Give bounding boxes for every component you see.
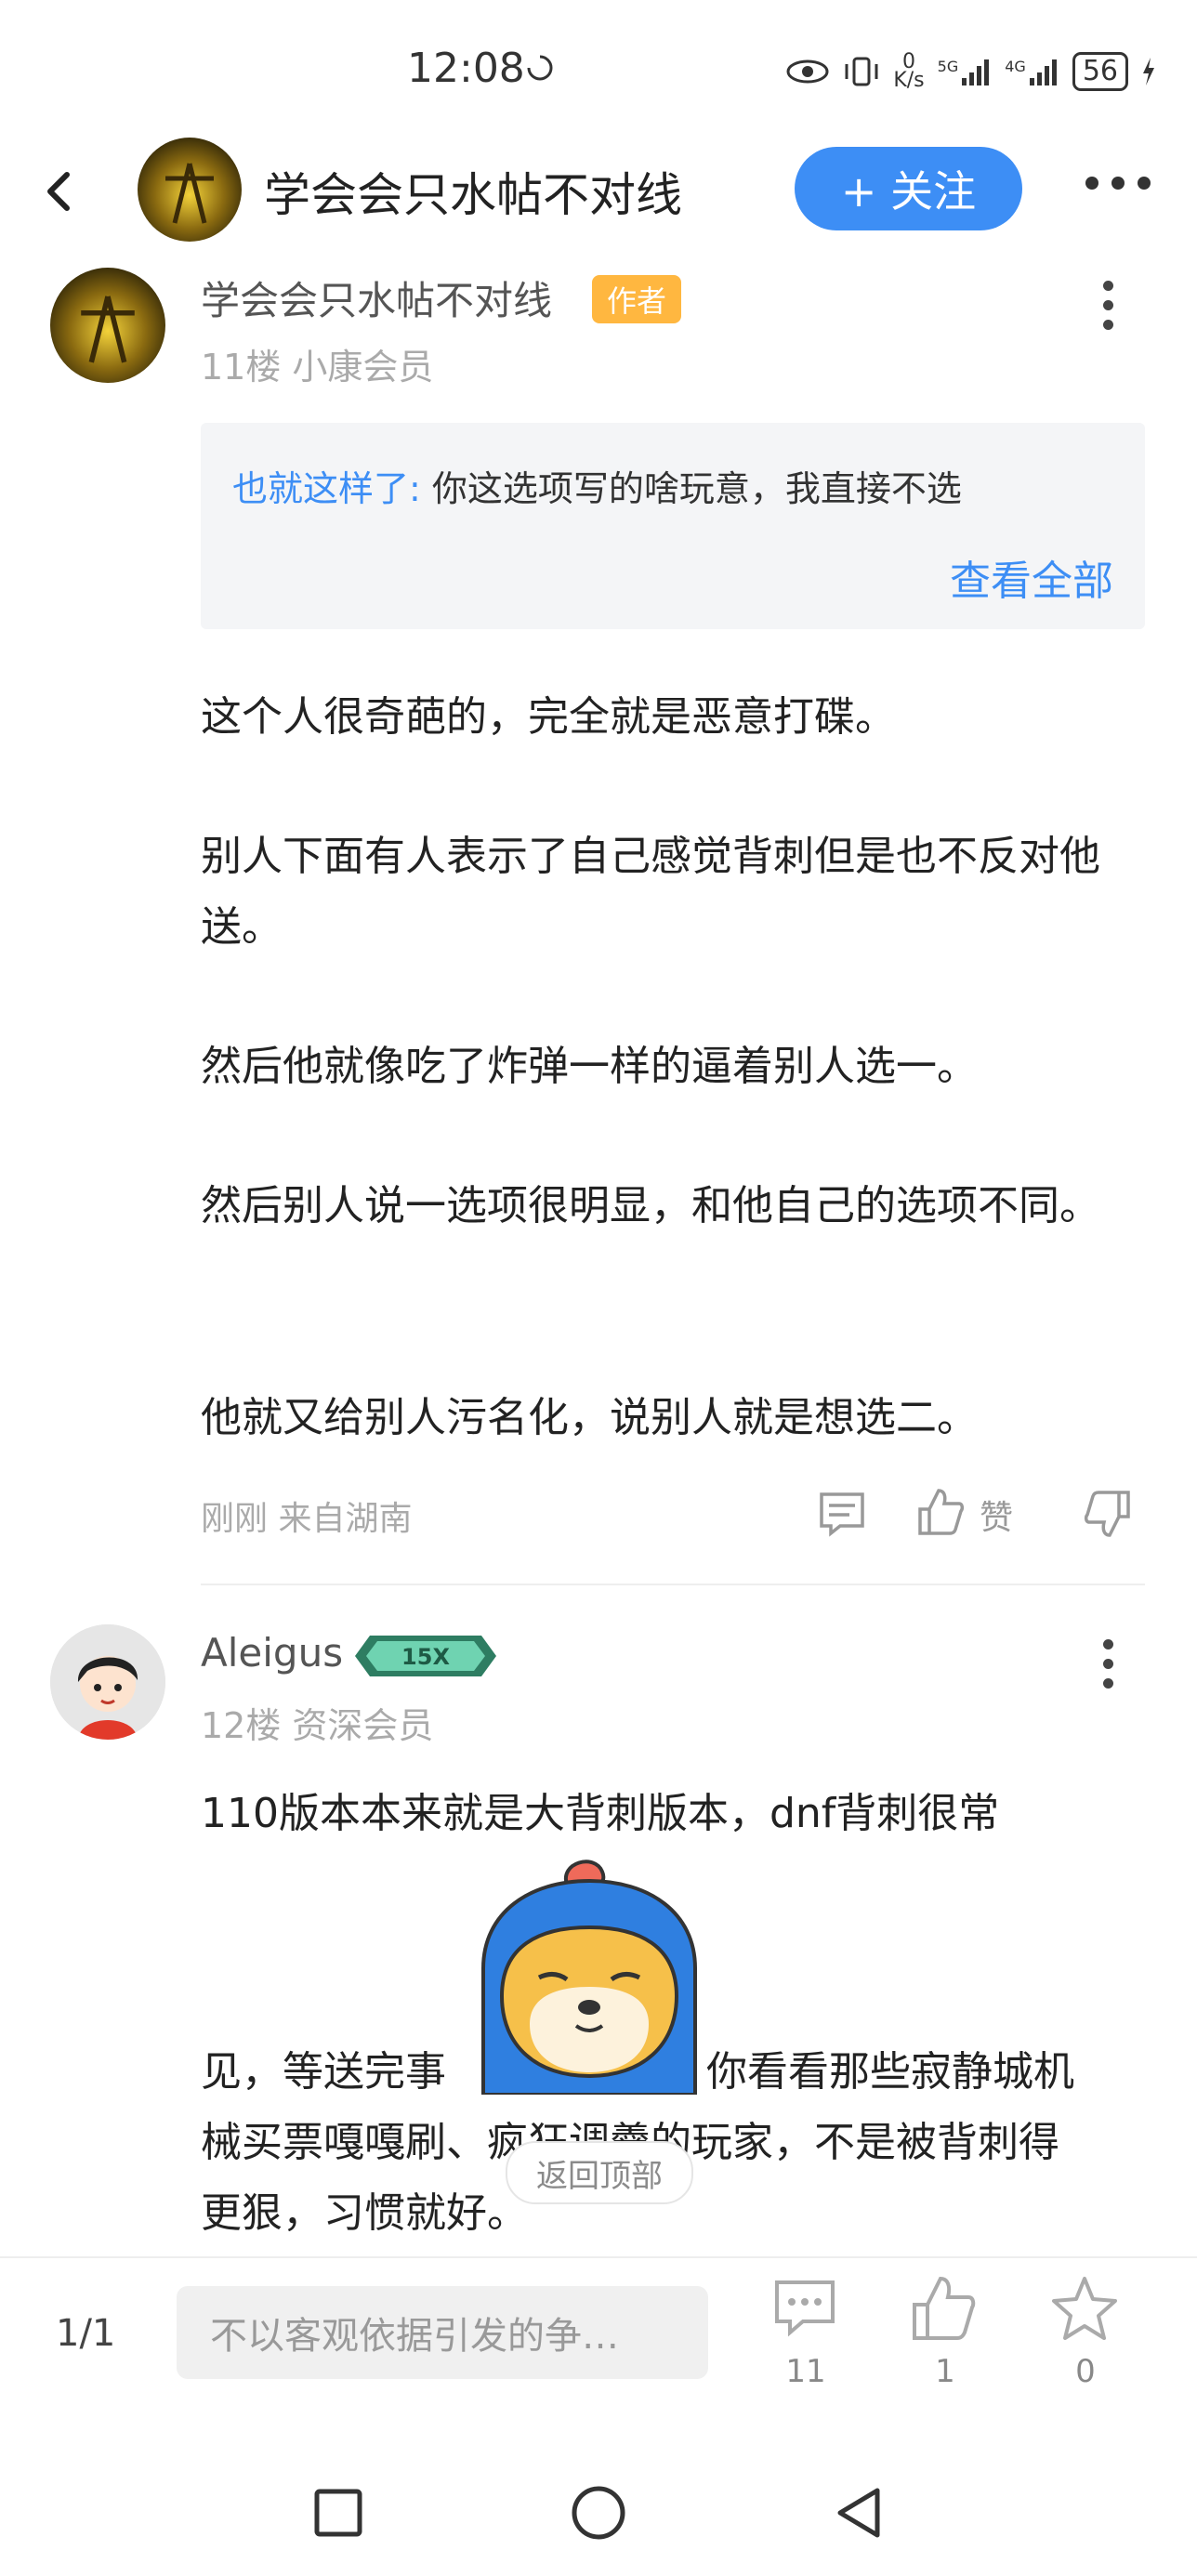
author-name[interactable]: 学会会只水帖不对线	[201, 269, 552, 326]
back-to-top-button[interactable]: 返回顶部	[506, 2141, 693, 2204]
eye-icon	[786, 59, 829, 84]
back-nav-icon[interactable]	[833, 2485, 885, 2541]
dislike-icon[interactable]	[1084, 1489, 1132, 1539]
divider	[201, 1584, 1145, 1585]
author-badge: 作者	[592, 275, 681, 323]
charging-icon	[1143, 58, 1154, 85]
like-icon[interactable]	[916, 1487, 965, 1537]
net-speed: 0 K/s	[893, 52, 925, 92]
vibrate-icon	[845, 57, 878, 86]
signal-4g: 4G	[1005, 58, 1059, 85]
post-paragraph: 然后别人说一选项很明显，和他自己的选项不同。	[201, 1182, 1100, 1229]
back-arrow-icon[interactable]	[35, 164, 82, 219]
post-menu-icon[interactable]	[1103, 1639, 1113, 1689]
author-avatar[interactable]	[50, 1624, 165, 1740]
quote-user[interactable]: 也就这样了:	[232, 468, 421, 509]
signal-5g-label: 5G	[937, 58, 959, 75]
net-speed-unit: K/s	[893, 69, 925, 92]
star-icon[interactable]	[1050, 2275, 1119, 2342]
level-badge-text: 15X	[401, 1644, 450, 1670]
author-name[interactable]: Aleigus	[201, 1630, 343, 1676]
post-line: 你看看那些寂静城机	[706, 2048, 1074, 2096]
post-time-location: 刚刚 来自湖南	[201, 1500, 413, 1538]
floor-info: 12楼 资深会员	[201, 1705, 434, 1746]
comments-count: 11	[785, 2353, 826, 2390]
comments-icon[interactable]	[771, 2277, 838, 2340]
signal-4g-label: 4G	[1005, 58, 1026, 75]
post-paragraph: 别人下面有人表示了自己感觉背刺但是也不反对他送。	[201, 833, 1100, 951]
quoted-reply[interactable]: 也就这样了: 你这选项写的啥玩意，我直接不选 查看全部	[201, 423, 1145, 629]
post-paragraph: 这个人很奇葩的，完全就是恶意打碟。	[201, 693, 896, 741]
post-line: 见，等送完事	[201, 2048, 446, 2096]
recent-apps-icon[interactable]	[312, 2487, 364, 2539]
status-icons: 0 K/s 5G 4G 56	[785, 48, 1156, 95]
likes-count: 1	[935, 2353, 955, 2390]
page-indicator[interactable]: 1/1	[56, 2312, 115, 2355]
post-line: 110版本本来就是大背刺版本，dnf背刺很常	[201, 1790, 1000, 1837]
reply-input[interactable]: 不以客观依据引发的争…	[177, 2286, 708, 2379]
signal-5g: 5G	[938, 58, 993, 85]
author-avatar[interactable]	[50, 268, 165, 383]
follow-button[interactable]: + 关注	[795, 147, 1022, 230]
battery-level: 56	[1072, 52, 1128, 91]
like-icon[interactable]	[911, 2275, 978, 2342]
floor-info: 11楼 小康会员	[201, 347, 434, 388]
quote-text: 你这选项写的啥玩意，我直接不选	[420, 468, 962, 509]
home-icon[interactable]	[571, 2485, 626, 2541]
signal-bars-icon	[1029, 59, 1057, 85]
loading-icon	[527, 55, 553, 81]
quote-line: 也就这样了: 你这选项写的啥玩意，我直接不选	[232, 460, 962, 511]
header-avatar[interactable]	[138, 138, 242, 242]
view-all-link[interactable]: 查看全部	[950, 547, 1113, 607]
post-paragraph: 他就又给别人污名化，说别人就是想选二。	[201, 1394, 978, 1441]
status-time: 12:08	[407, 45, 525, 92]
signal-bars-icon	[962, 59, 990, 85]
page-title: 学会会只水帖不对线	[264, 168, 682, 222]
dog-sticker-icon	[481, 1860, 697, 2095]
post-menu-icon[interactable]	[1103, 281, 1113, 330]
post-paragraph: 然后他就像吃了炸弹一样的逼着别人选一。	[201, 1043, 978, 1090]
more-options-icon[interactable]	[1085, 177, 1151, 190]
favorites-count: 0	[1075, 2353, 1096, 2390]
level-badge: 15X	[353, 1634, 498, 1678]
like-label[interactable]: 赞	[980, 1491, 1013, 1539]
comment-icon[interactable]	[818, 1491, 866, 1537]
